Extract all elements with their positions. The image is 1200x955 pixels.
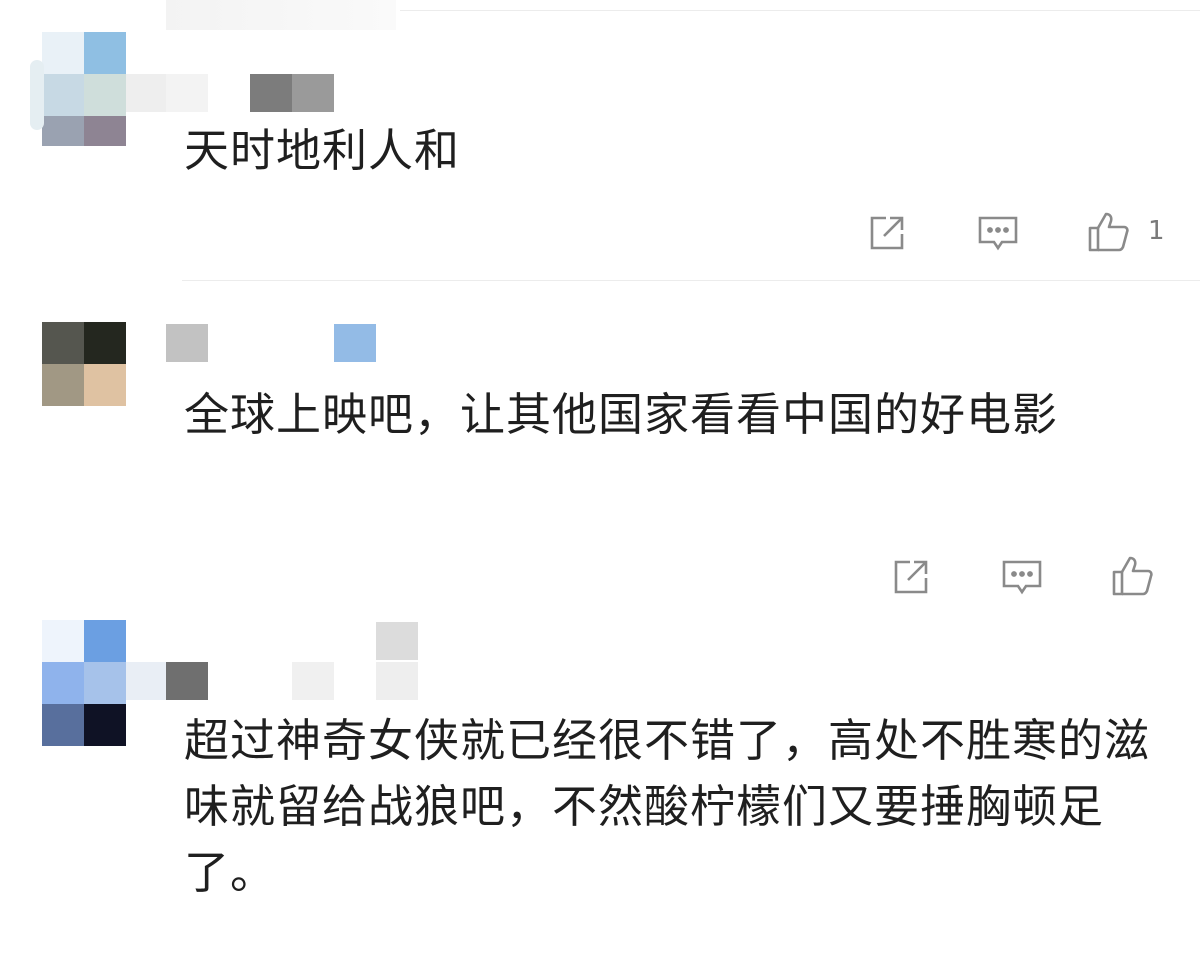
avatar-edge-blur	[30, 60, 44, 130]
comment-3: 超过神奇女侠就已经很不错了，高处不胜寒的滋味就留给战狼吧，不然酸柠檬们又要捶胸顿…	[0, 612, 1200, 955]
username-blurred	[292, 74, 334, 112]
like-button[interactable]	[1086, 210, 1130, 254]
username-blurred	[126, 662, 166, 700]
share-button[interactable]	[866, 210, 910, 254]
avatar[interactable]	[42, 322, 126, 406]
comment-2: 全球上映吧，让其他国家看看中国的好电影	[0, 282, 1200, 612]
username-blurred	[292, 662, 334, 700]
username-blurred	[376, 622, 418, 660]
reply-button[interactable]	[1000, 554, 1044, 598]
username-blurred	[334, 324, 376, 362]
reply-icon	[978, 216, 1018, 251]
comment-text: 天时地利人和	[184, 124, 461, 177]
username-blurred	[166, 324, 208, 362]
username-blurred	[166, 74, 208, 112]
like-count: 1	[1148, 216, 1165, 246]
comment-1: 天时地利人和 1	[0, 0, 1200, 282]
comment-divider	[182, 280, 1200, 281]
avatar[interactable]	[42, 32, 126, 146]
thumbs-up-icon	[1088, 212, 1129, 252]
share-button[interactable]	[890, 554, 934, 598]
comment-text: 全球上映吧，让其他国家看看中国的好电影	[184, 388, 1059, 441]
thumbs-up-icon	[1112, 556, 1153, 596]
username-blurred	[250, 74, 292, 112]
username-blurred	[126, 74, 166, 112]
reply-icon	[1002, 560, 1042, 595]
reply-button[interactable]	[976, 210, 1020, 254]
username-blurred	[166, 662, 208, 700]
username-blurred	[376, 662, 418, 700]
avatar[interactable]	[42, 620, 126, 746]
like-button[interactable]	[1110, 554, 1154, 598]
share-icon	[870, 216, 904, 250]
share-icon	[894, 560, 928, 594]
comment-text: 超过神奇女侠就已经很不错了，高处不胜寒的滋味就留给战狼吧，不然酸柠檬们又要捶胸顿…	[184, 714, 1151, 899]
